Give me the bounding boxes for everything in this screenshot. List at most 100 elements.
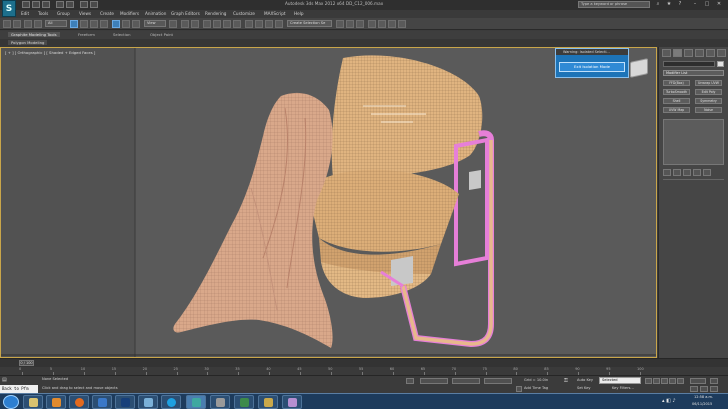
reference-coordinate[interactable]: View [144, 20, 166, 27]
explorer-icon[interactable] [23, 395, 43, 409]
play-icon[interactable] [661, 378, 668, 384]
select-scale-icon[interactable] [132, 20, 140, 28]
help-search-icon[interactable]: ⌕ [654, 1, 662, 8]
maximize-viewport-icon[interactable] [710, 386, 718, 392]
modifier-stack[interactable] [663, 119, 724, 165]
menu-rendering[interactable]: Rendering [205, 11, 226, 16]
previous-frame-icon[interactable] [653, 378, 660, 384]
3dsmax-icon[interactable] [186, 395, 206, 409]
menu-create[interactable]: Create [100, 11, 114, 16]
select-rotate-icon[interactable] [122, 20, 130, 28]
go-to-end-icon[interactable] [677, 378, 684, 384]
orbit-icon[interactable] [700, 386, 708, 392]
modifier-button[interactable]: Edit Poly [695, 89, 722, 95]
named-selection-set[interactable]: Create Selection Se [287, 20, 332, 27]
maxscript-mini-listener[interactable]: Back to Pfm [0, 385, 38, 393]
add-time-tag[interactable]: Add Time Tag [524, 386, 548, 390]
minimize-icon[interactable]: – [691, 1, 699, 8]
search-input[interactable]: Type a keyword or phrase [578, 1, 650, 8]
percent-snap-icon[interactable] [223, 20, 231, 28]
modifier-button[interactable]: Noise [695, 107, 722, 113]
key-mode-dropdown[interactable]: Selected [599, 377, 641, 384]
save-icon[interactable] [42, 1, 50, 8]
remove-modifier-icon[interactable] [693, 169, 701, 176]
render-setup-icon[interactable] [378, 20, 386, 28]
selection-filter[interactable]: All [45, 20, 67, 27]
panel-polygon-modeling[interactable]: Polygon Modeling [8, 40, 48, 45]
tray-icons[interactable]: ▴ ◧ ♪ [662, 398, 676, 404]
paint-icon[interactable] [138, 395, 158, 409]
auto-key-toggle[interactable]: Auto Key [577, 378, 593, 382]
link-icon[interactable] [24, 20, 32, 28]
window-crossing-icon[interactable] [100, 20, 108, 28]
new-icon[interactable] [22, 1, 30, 8]
menu-customize[interactable]: Customize [233, 11, 255, 16]
motion-tab-icon[interactable] [695, 49, 704, 57]
undo-icon[interactable] [56, 1, 64, 8]
layer-icon[interactable] [275, 20, 283, 28]
set-key-toggle[interactable]: Set Key [577, 386, 591, 390]
media-player-icon[interactable] [46, 395, 66, 409]
menu-animation[interactable]: Animation [145, 11, 166, 16]
keyboard-shortcut-icon[interactable] [191, 20, 199, 28]
show-end-result-icon[interactable] [673, 169, 681, 176]
make-unique-icon[interactable] [683, 169, 691, 176]
object-color-swatch[interactable] [717, 61, 724, 67]
current-frame-field[interactable] [690, 378, 706, 384]
help-icon[interactable]: ? [676, 1, 684, 8]
time-slider[interactable]: 0 / 100 [0, 358, 728, 367]
modifier-list-dropdown[interactable]: Modifier List [663, 70, 724, 76]
graphite-toggle-icon[interactable] [336, 20, 344, 28]
star-icon[interactable]: ★ [665, 1, 673, 8]
app-logo[interactable]: S [2, 0, 16, 17]
network-icon[interactable] [234, 395, 254, 409]
pan-icon[interactable] [690, 386, 698, 392]
pin-stack-icon[interactable] [663, 169, 671, 176]
spinner-snap-icon[interactable] [233, 20, 241, 28]
y-coordinate-field[interactable] [452, 378, 480, 384]
menu-modifiers[interactable]: Modifiers [120, 11, 139, 16]
modifier-button[interactable]: Shell [663, 98, 690, 104]
redo-icon[interactable] [66, 1, 74, 8]
configure-modifier-sets-icon[interactable] [703, 169, 711, 176]
pivot-icon[interactable] [169, 20, 177, 28]
tab-freeform[interactable]: Freeform [78, 32, 95, 37]
skype-icon[interactable] [161, 395, 181, 409]
hierarchy-tab-icon[interactable] [684, 49, 693, 57]
modifier-button[interactable]: TurboSmooth [663, 89, 690, 95]
modify-tab-icon[interactable] [673, 49, 682, 57]
open-icon[interactable] [32, 1, 40, 8]
select-by-name-icon[interactable] [80, 20, 88, 28]
undo-icon[interactable] [3, 20, 11, 28]
zoom-icon[interactable] [710, 378, 718, 384]
track-bar[interactable]: 0 5 10 15 20 25 30 35 40 45 50 55 60 65 70 75 80 85 90 95 10… [0, 367, 728, 375]
schematic-view-icon[interactable] [356, 20, 364, 28]
select-object-icon[interactable] [70, 20, 78, 28]
menu-views[interactable]: Views [79, 11, 91, 16]
snaps-toggle-icon[interactable] [203, 20, 211, 28]
key-icon[interactable]: ⚿ [564, 378, 568, 384]
capture-icon[interactable] [210, 395, 230, 409]
maxscript-listener-icon[interactable]: ▤ [2, 377, 7, 383]
tab-graphite-modeling-tools[interactable]: Graphite Modeling Tools [8, 32, 60, 37]
time-slider-thumb[interactable]: 0 / 100 [19, 360, 34, 366]
menu-tools[interactable]: Tools [38, 11, 48, 16]
clock-time[interactable]: 12:58 a.m. [694, 395, 713, 399]
clock-date[interactable]: 06/11/2015 [692, 402, 712, 406]
viewport-label[interactable]: [ + ] [ Orthographic ] [ Shaded + Edged … [5, 50, 95, 55]
close-icon[interactable]: ✕ [715, 1, 723, 8]
utilities-tab-icon[interactable] [717, 49, 726, 57]
files-icon[interactable] [282, 395, 302, 409]
display-tab-icon[interactable] [706, 49, 715, 57]
menu-group[interactable]: Group [57, 11, 70, 16]
menu-edit[interactable]: Edit [21, 11, 29, 16]
rectangular-selection-icon[interactable] [90, 20, 98, 28]
render-production-icon[interactable] [398, 20, 406, 28]
modifier-button[interactable]: UVW Map [663, 107, 690, 113]
select-move-icon[interactable] [112, 20, 120, 28]
menu-graph-editors[interactable]: Graph Editors [171, 11, 200, 16]
unlink-icon[interactable] [34, 20, 42, 28]
menu-help[interactable]: Help [294, 11, 304, 16]
create-tab-icon[interactable] [662, 49, 671, 57]
folder-icon[interactable] [258, 395, 278, 409]
